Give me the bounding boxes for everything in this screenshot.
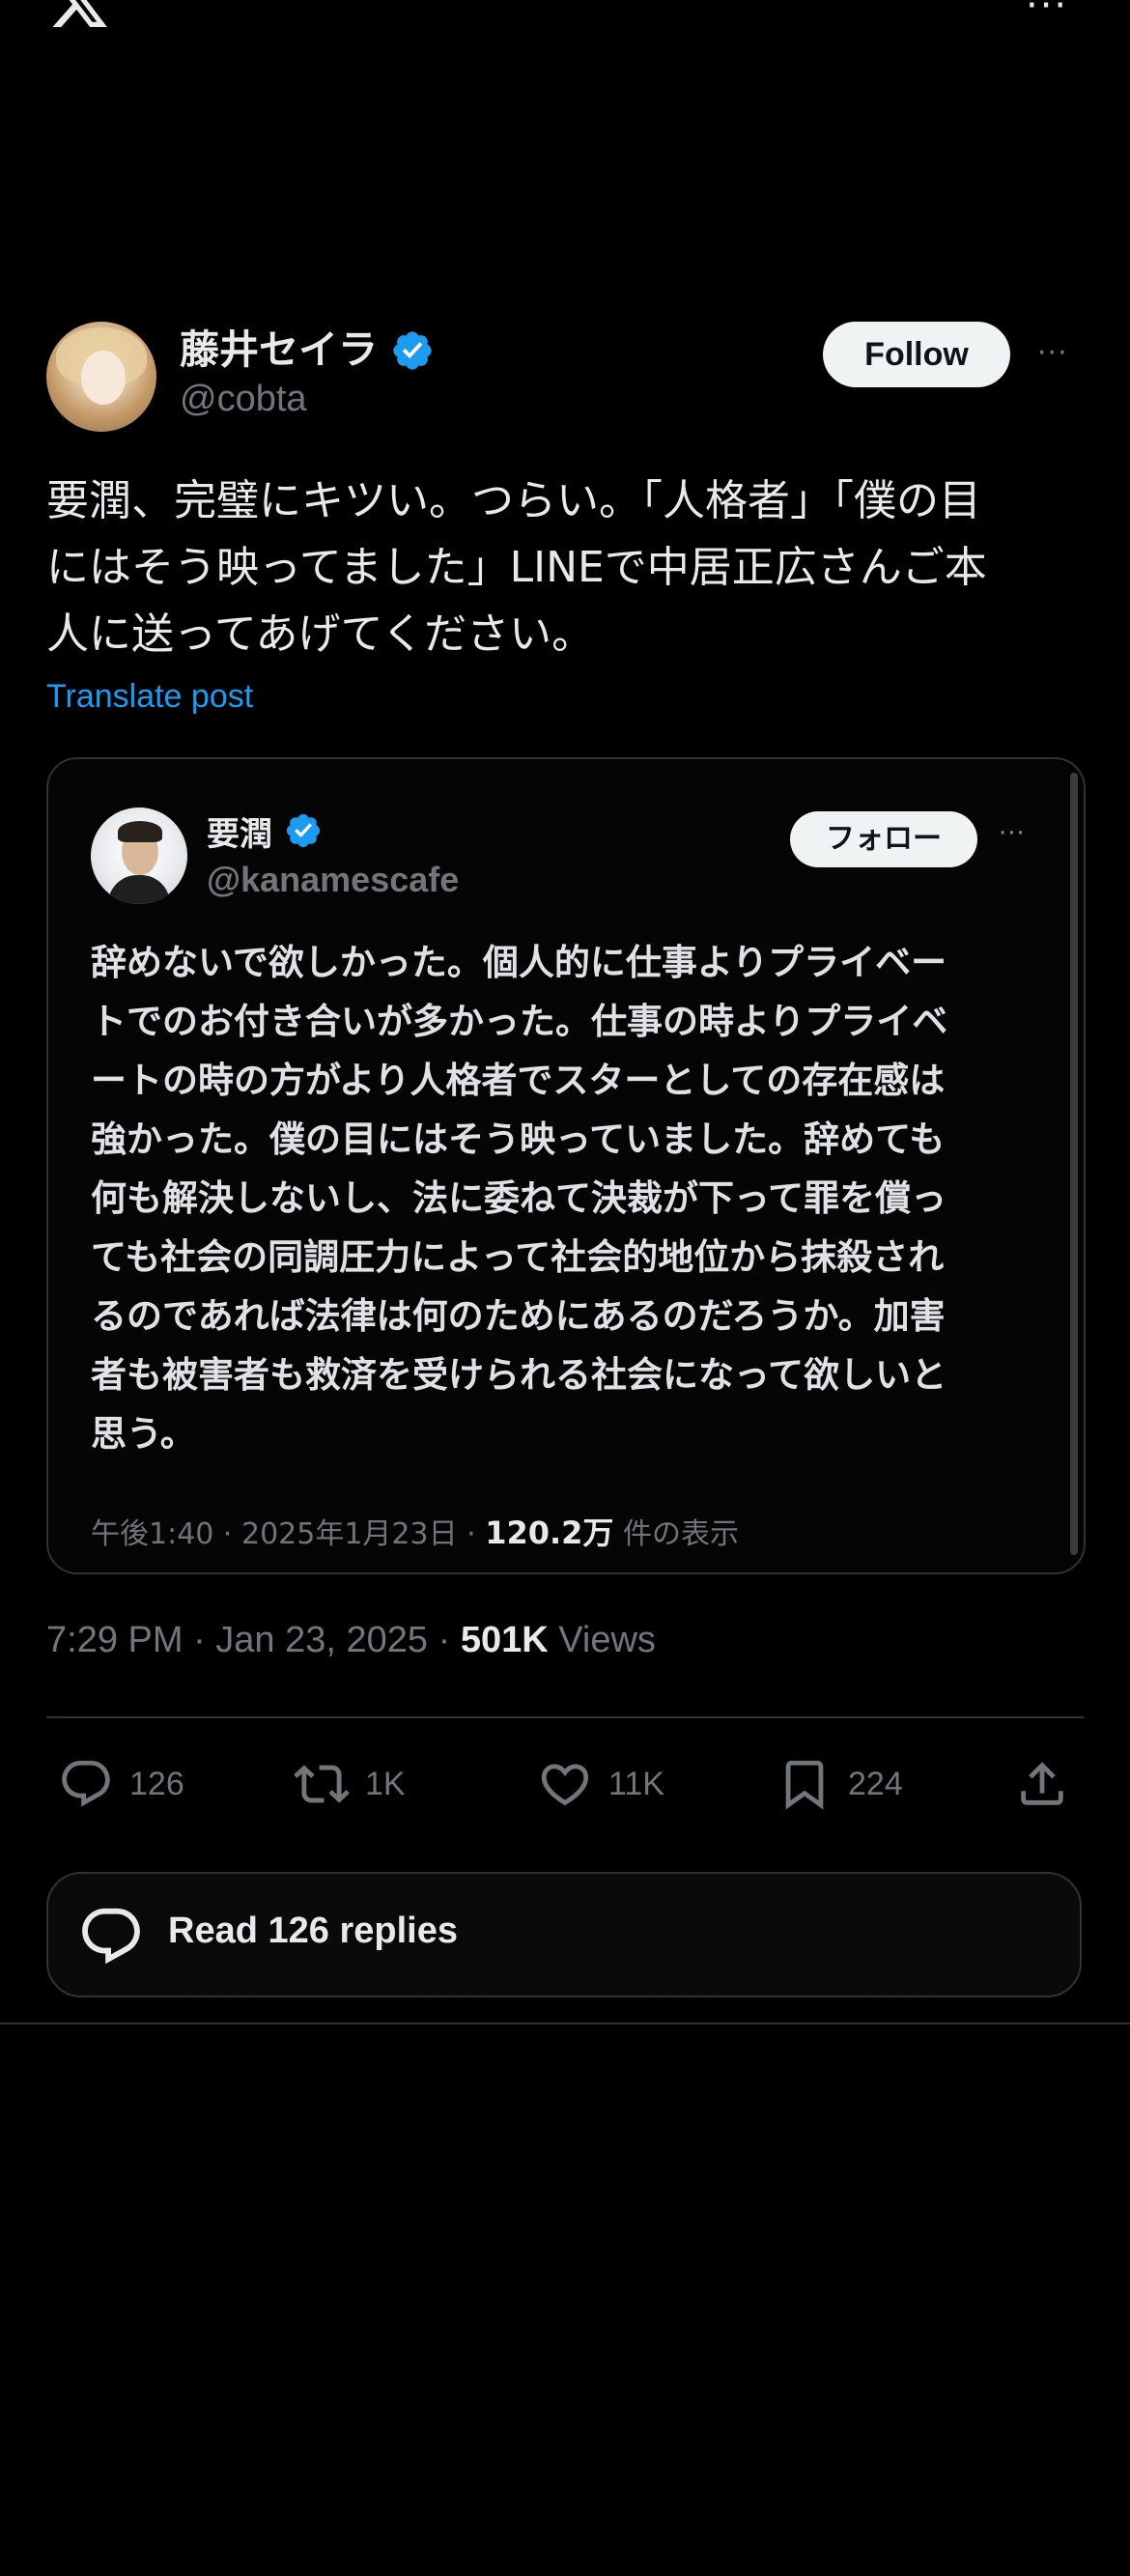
quoted-more-icon: ··· bbox=[999, 819, 1026, 848]
repost-count: 1K bbox=[365, 1765, 406, 1802]
repost-icon bbox=[294, 1765, 350, 1803]
author-handle[interactable]: @cobta bbox=[180, 379, 307, 420]
post-timestamp[interactable]: 7:29 PM · Jan 23, 2025 · bbox=[46, 1620, 461, 1660]
like-count: 11K bbox=[608, 1765, 664, 1802]
read-replies-label: Read 126 replies bbox=[168, 1911, 458, 1951]
share-button[interactable] bbox=[1014, 1750, 1070, 1818]
post-more-icon[interactable]: ··· bbox=[1037, 336, 1068, 370]
reply-bubble-icon bbox=[82, 1908, 140, 1965]
quoted-author-handle: @kanamescafe bbox=[207, 860, 460, 899]
avatar[interactable] bbox=[46, 322, 156, 432]
verified-badge-icon bbox=[393, 331, 432, 370]
views-label[interactable]: Views bbox=[549, 1620, 656, 1660]
like-button[interactable]: 11K bbox=[537, 1750, 664, 1818]
bookmark-icon bbox=[785, 1760, 824, 1810]
quoted-views-count: 120.2万 bbox=[485, 1514, 614, 1551]
reply-button[interactable]: 126 bbox=[58, 1750, 184, 1818]
scrollbar bbox=[1070, 773, 1078, 1555]
follow-button[interactable]: Follow bbox=[823, 322, 1010, 387]
quoted-post-image[interactable]: 要潤 @kanamescafe フォロー ··· 辞めないで欲しかった。個人的に… bbox=[46, 757, 1086, 1574]
quoted-views-label: 件の表示 bbox=[613, 1517, 739, 1551]
quoted-post-meta: 午後1:40 · 2025年1月23日 · 120.2万 件の表示 bbox=[91, 1509, 739, 1553]
bookmark-button[interactable]: 224 bbox=[777, 1750, 903, 1818]
divider bbox=[0, 2023, 1130, 2024]
divider bbox=[46, 1716, 1084, 1718]
share-icon bbox=[1021, 1762, 1063, 1805]
bookmark-count: 224 bbox=[848, 1765, 903, 1802]
quoted-avatar bbox=[91, 807, 187, 904]
views-count[interactable]: 501K bbox=[461, 1620, 549, 1660]
more-options-icon[interactable]: ··· bbox=[1026, 0, 1068, 25]
post-meta: 7:29 PM · Jan 23, 2025 · 501K Views bbox=[46, 1620, 656, 1661]
quoted-timestamp: 午後1:40 · 2025年1月23日 · bbox=[91, 1517, 486, 1551]
read-replies-button[interactable]: Read 126 replies bbox=[46, 1872, 1082, 1997]
author-name-text[interactable]: 藤井セイラ bbox=[180, 326, 378, 373]
quoted-author-name: 要潤 bbox=[207, 815, 272, 854]
quoted-post-text: 辞めないで欲しかった。個人的に仕事よりプライベー トでのお付き合いが多かった。仕… bbox=[91, 942, 948, 1455]
x-logo-icon[interactable] bbox=[48, 0, 110, 33]
translate-post-link[interactable]: Translate post bbox=[46, 678, 253, 716]
quoted-follow-button: フォロー bbox=[790, 811, 977, 867]
heart-icon bbox=[541, 1764, 589, 1806]
repost-button[interactable]: 1K bbox=[294, 1750, 406, 1818]
post-text: 要潤、完璧にキツい。つらい。「人格者」「僕の目 にはそう映ってました」LINEで… bbox=[46, 476, 987, 659]
reply-count: 126 bbox=[129, 1765, 184, 1802]
reply-icon bbox=[62, 1760, 110, 1807]
author-name[interactable]: 藤井セイラ bbox=[180, 317, 378, 375]
quoted-verified-badge-icon bbox=[286, 813, 321, 848]
